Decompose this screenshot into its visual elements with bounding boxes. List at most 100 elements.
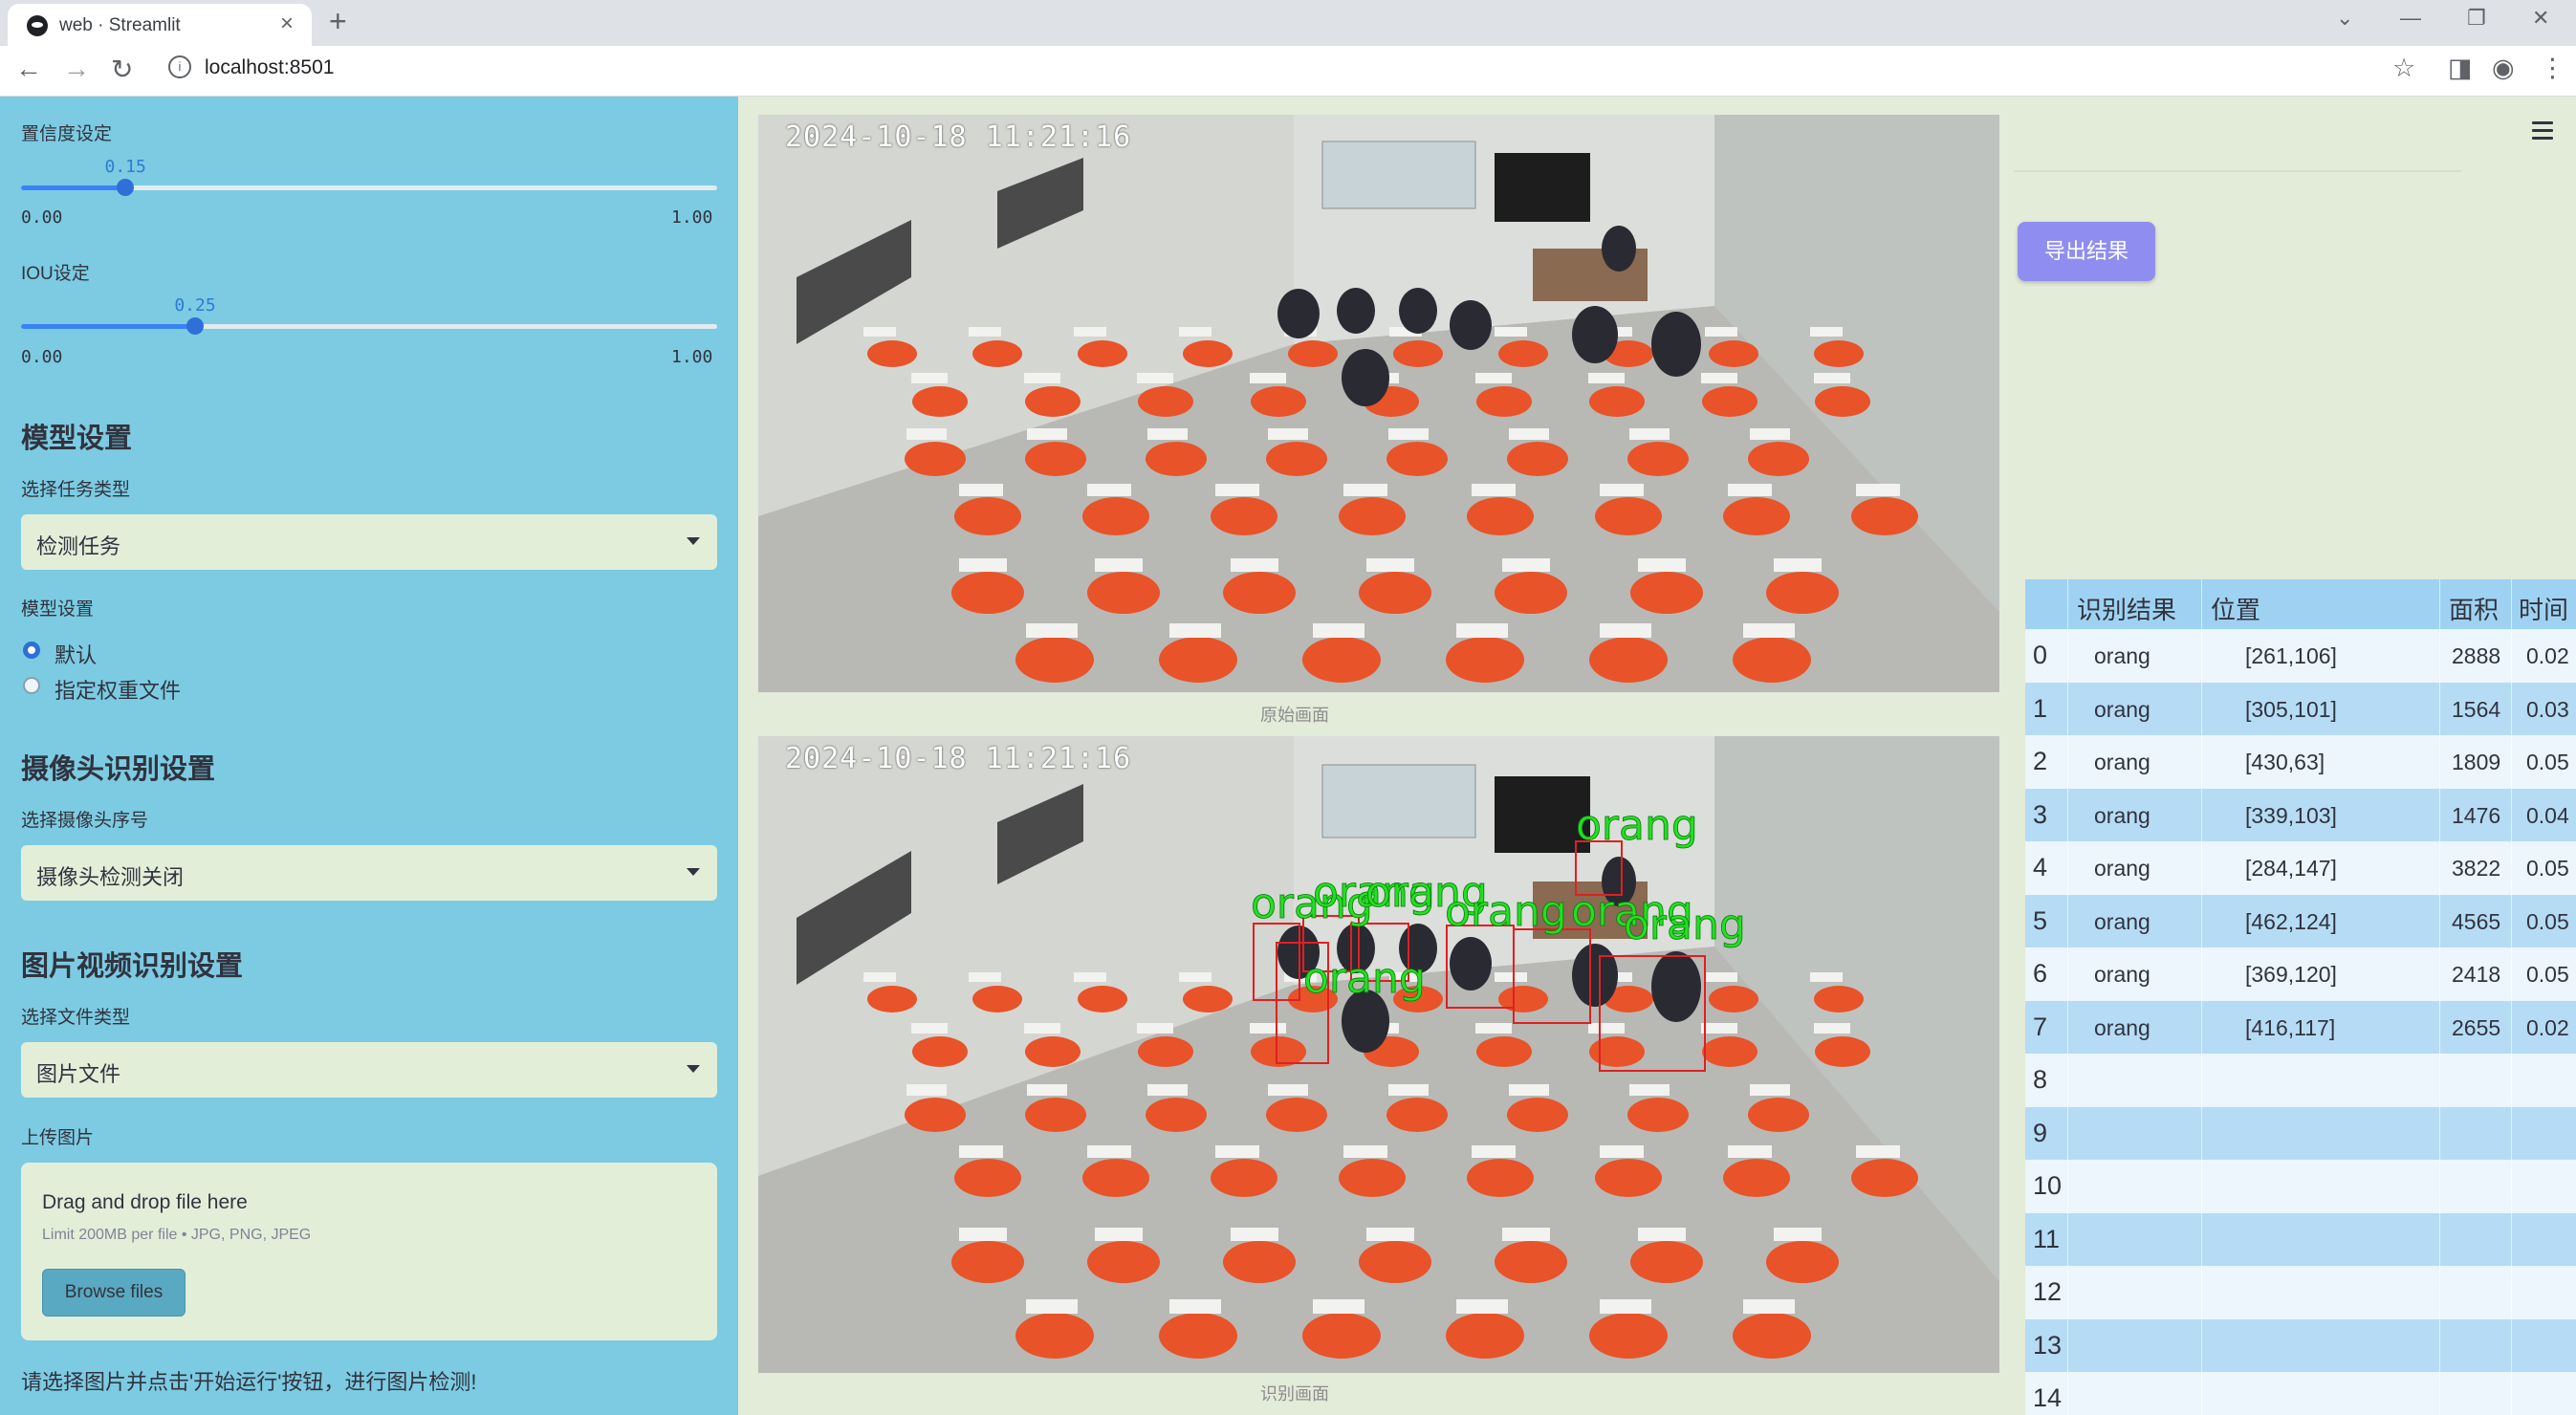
column-header[interactable]: 识别结果 <box>2077 591 2176 626</box>
column-separator <box>2511 579 2512 1415</box>
table-row[interactable]: 14 <box>2025 1372 2576 1415</box>
row-index: 7 <box>2033 1012 2048 1041</box>
chevron-down-icon <box>687 1065 700 1073</box>
cell-area: 2888 <box>2452 643 2501 668</box>
cell-time: 0.02 <box>2526 1014 2569 1040</box>
cell-time: 0.02 <box>2526 643 2569 668</box>
table-row[interactable]: 3 orang [339,103] 1476 0.04 <box>2025 788 2576 842</box>
site-info-icon[interactable]: i <box>168 55 191 78</box>
detected-caption: 识别画面 <box>1260 1384 1329 1404</box>
results-table[interactable]: 识别结果 位置 面积 时间 0 orang [261,106] 2888 0.02 1 or… <box>2025 579 2576 1415</box>
cell-position: [430,63] <box>2245 750 2325 774</box>
camera-select[interactable]: 摄像头检测关闭 <box>21 845 717 901</box>
row-index: 1 <box>2033 693 2048 723</box>
iou-slider-thumb[interactable] <box>186 317 204 335</box>
table-row[interactable]: 8 <box>2025 1054 2576 1107</box>
browser-menu-icon[interactable]: ⋮ <box>2540 54 2565 83</box>
task-type-select[interactable]: 检测任务 <box>21 514 717 570</box>
timestamp-overlay: 2024-10-18 11:21:16 <box>785 742 1132 775</box>
row-index: 14 <box>2033 1383 2063 1412</box>
cell-time: 0.05 <box>2526 750 2569 774</box>
confidence-slider[interactable]: 0.15 <box>21 157 717 196</box>
row-index: 8 <box>2033 1065 2048 1094</box>
table-row[interactable]: 1 orang [305,101] 1564 0.03 <box>2025 682 2576 736</box>
cell-area: 1564 <box>2452 696 2501 722</box>
file-type-select[interactable]: 图片文件 <box>21 1042 717 1098</box>
cell-position: [284,147] <box>2245 856 2337 881</box>
table-row[interactable]: 0 orang [261,106] 2888 0.02 <box>2025 629 2576 683</box>
media-heading: 图片视频识别设置 <box>21 951 244 982</box>
browser-toolbar: ← → ↻ i localhost:8501 ☆ ◨ ◉ ⋮ <box>0 46 2576 97</box>
window-close-icon[interactable]: ✕ <box>2532 6 2549 31</box>
restore-icon[interactable]: ❐ <box>2467 6 2486 31</box>
cell-area: 4565 <box>2452 908 2501 934</box>
column-header[interactable]: 位置 <box>2211 591 2260 626</box>
close-tab-icon[interactable]: × <box>280 11 294 37</box>
cell-label: orang <box>2094 908 2150 934</box>
classroom-scene-detected: orangorangorangorangorang orangorangorang <box>758 736 1999 1373</box>
cell-label: orang <box>2094 696 2150 722</box>
column-header[interactable]: 时间 <box>2519 591 2568 626</box>
task-type-label: 选择任务类型 <box>21 480 131 500</box>
row-index: 3 <box>2033 799 2048 829</box>
iou-slider[interactable]: 0.25 <box>21 295 717 335</box>
iou-label: IOU设定 <box>21 264 90 284</box>
confidence-value: 0.15 <box>104 157 146 177</box>
file-type-value: 图片文件 <box>36 1062 121 1086</box>
cell-label: orang <box>2094 1014 2150 1040</box>
cell-time: 0.05 <box>2526 856 2569 881</box>
chevron-down-icon <box>687 537 700 545</box>
bookmark-star-icon[interactable]: ☆ <box>2392 54 2415 83</box>
browse-files-button[interactable]: Browse files <box>42 1269 186 1317</box>
export-results-button[interactable]: 导出结果 <box>2018 222 2155 281</box>
dropzone-limit: Limit 200MB per file • JPG, PNG, JPEG <box>42 1227 312 1243</box>
reload-icon[interactable]: ↻ <box>111 54 133 85</box>
table-row[interactable]: 9 <box>2025 1106 2576 1161</box>
table-header: 识别结果 位置 面积 时间 <box>2025 579 2576 629</box>
iou-value: 0.25 <box>174 295 216 316</box>
table-row[interactable]: 10 <box>2025 1160 2576 1213</box>
row-index: 11 <box>2033 1224 2061 1253</box>
tab-search-icon[interactable]: ⌄ <box>2336 6 2353 31</box>
model-setting-label: 模型设置 <box>21 599 95 620</box>
file-type-label: 选择文件类型 <box>21 1008 131 1028</box>
radio-selected-icon[interactable] <box>23 642 40 659</box>
back-icon[interactable]: ← <box>15 54 42 84</box>
address-bar[interactable]: localhost:8501 <box>205 56 334 79</box>
table-row[interactable]: 2 orang [430,63] 1809 0.05 <box>2025 735 2576 789</box>
cell-position: [462,124] <box>2245 908 2337 934</box>
confidence-slider-thumb[interactable] <box>117 179 135 196</box>
forward-icon[interactable]: → <box>63 54 90 84</box>
table-row[interactable]: 13 <box>2025 1318 2576 1373</box>
table-row[interactable]: 7 orang [416,117] 2655 0.02 <box>2025 1000 2576 1055</box>
row-index: 12 <box>2033 1277 2063 1306</box>
table-row[interactable]: 6 orang [369,120] 2418 0.05 <box>2025 947 2576 1001</box>
minimize-icon[interactable]: — <box>2400 6 2421 31</box>
hamburger-menu-icon[interactable] <box>2532 121 2553 144</box>
confidence-slider-fill <box>21 185 126 190</box>
cell-area: 1809 <box>2452 750 2501 774</box>
file-dropzone[interactable]: Drag and drop file here Limit 200MB per … <box>21 1163 717 1340</box>
profile-icon[interactable]: ◉ <box>2492 54 2515 83</box>
side-panel-icon[interactable]: ◨ <box>2448 54 2473 83</box>
row-index: 0 <box>2033 641 2048 669</box>
table-row[interactable]: 11 <box>2025 1212 2576 1267</box>
row-index: 4 <box>2033 853 2048 882</box>
table-row[interactable]: 4 orang [284,147] 3822 0.05 <box>2025 841 2576 895</box>
confidence-min: 0.00 <box>21 207 63 228</box>
table-row[interactable]: 12 <box>2025 1266 2576 1319</box>
radio-unselected-icon[interactable] <box>23 677 40 694</box>
cell-time: 0.04 <box>2526 802 2569 828</box>
cell-area: 2418 <box>2452 962 2501 987</box>
tab-title: web · Streamlit <box>59 15 181 35</box>
cell-position: [261,106] <box>2245 643 2337 668</box>
detected-image: orang orang orang orang orang orang orang orang… <box>758 736 1999 1373</box>
column-header[interactable]: 面积 <box>2449 591 2499 626</box>
table-row[interactable]: 5 orang [462,124] 4565 0.05 <box>2025 894 2576 948</box>
cell-position: [416,117] <box>2245 1014 2336 1040</box>
cell-area: 1476 <box>2452 802 2501 828</box>
new-tab-icon[interactable]: + <box>329 4 347 39</box>
confidence-label: 置信度设定 <box>21 124 113 144</box>
browser-tab[interactable]: web · Streamlit × <box>8 4 312 46</box>
cell-time: 0.03 <box>2526 696 2569 722</box>
